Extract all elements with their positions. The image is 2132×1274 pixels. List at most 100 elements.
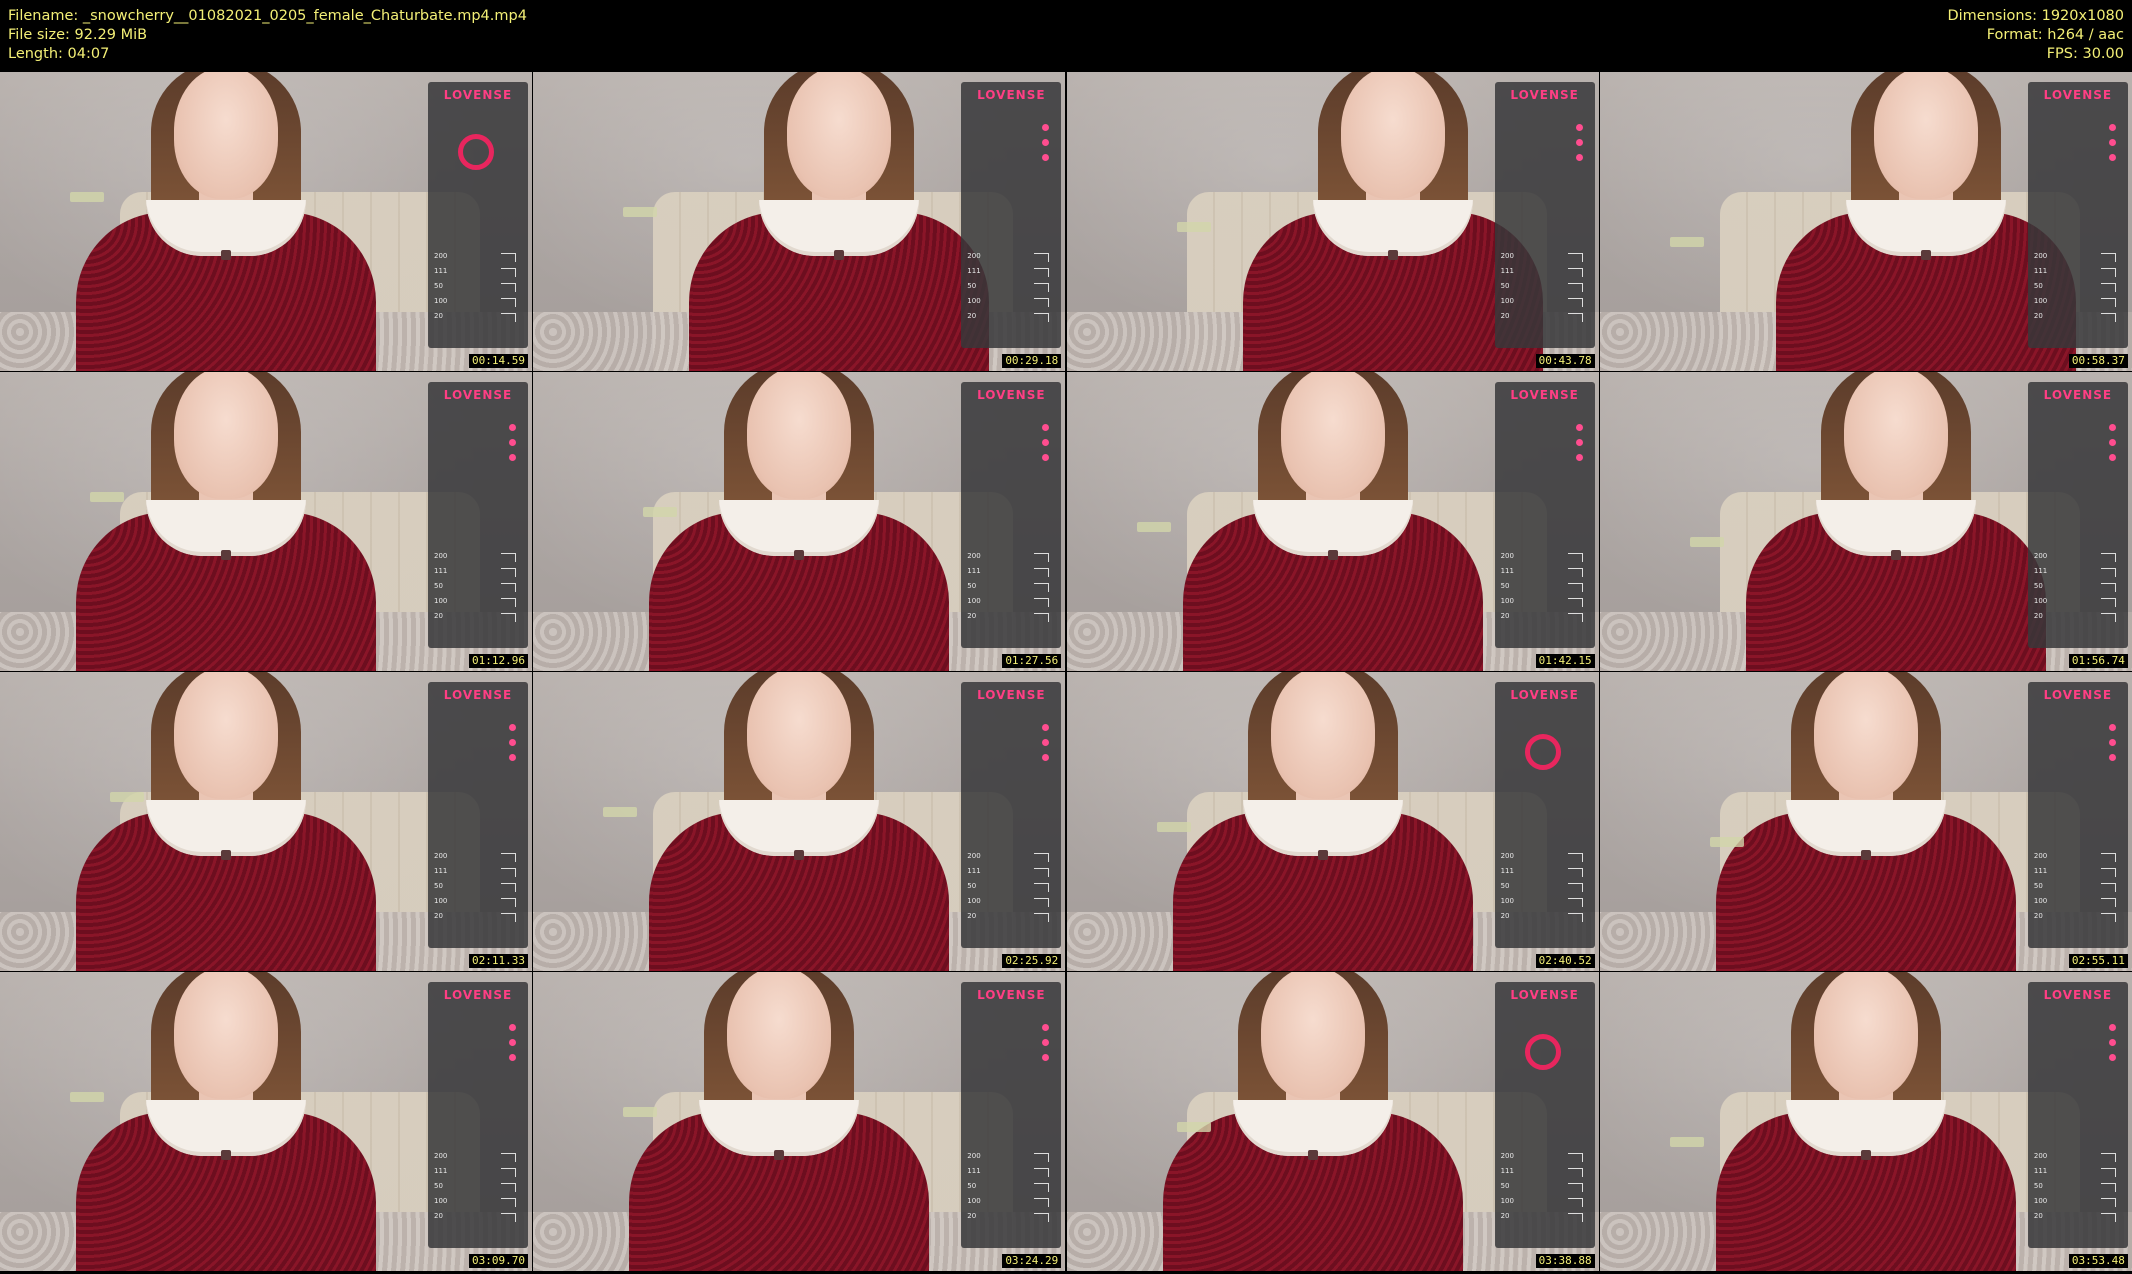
lovense-tip-row (434, 422, 522, 434)
lovense-tip-row (967, 437, 1055, 449)
lovense-level-row: 200 (1501, 252, 1589, 264)
wave-pattern-icon (1034, 598, 1050, 607)
pink-dot-icon (1042, 1039, 1050, 1046)
wave-pattern-icon (2100, 898, 2116, 907)
lovense-level-row: 20 (967, 1212, 1055, 1224)
watermark-badge (1689, 537, 1724, 547)
timestamp-label: 02:55.11 (2068, 954, 2128, 968)
video-thumbnail[interactable]: LOVENSE 200 111 50 100 20 02:25.92 (533, 672, 1066, 971)
lovense-panel: LOVENSE 200 111 50 100 20 (2027, 682, 2128, 948)
wave-pattern-icon (1034, 253, 1050, 262)
video-thumbnail[interactable]: LOVENSE 200 111 50 100 20 01:12.96 (0, 372, 532, 671)
pink-dot-icon (2108, 139, 2116, 146)
timestamp-label: 03:38.88 (1535, 1254, 1595, 1268)
pink-dot-icon (509, 1054, 516, 1061)
pink-dot-icon (1042, 154, 1050, 161)
wave-pattern-icon (1034, 1183, 1050, 1192)
video-thumbnail[interactable]: LOVENSE 200 111 50 100 20 03:09.70 (0, 972, 532, 1271)
wave-pattern-icon (1567, 553, 1583, 562)
lovense-level-row: 20 (1501, 612, 1589, 624)
pink-dot-icon (1042, 739, 1050, 746)
lovense-panel: LOVENSE 200 111 50 100 20 (428, 982, 528, 1248)
video-thumbnail[interactable]: LOVENSE 200 111 50 100 20 01:42.15 (1066, 372, 1599, 671)
pink-dot-icon (2108, 154, 2116, 161)
lovense-level-row: 100 (967, 297, 1055, 309)
video-thumbnail[interactable]: LOVENSE 200 111 50 100 20 00:43.78 (1066, 72, 1599, 371)
timestamp-label: 00:43.78 (1535, 354, 1595, 368)
lovense-logo: LOVENSE (977, 688, 1046, 702)
lovense-level-row: 200 (2034, 852, 2122, 864)
video-thumbnail[interactable]: LOVENSE 200 111 50 100 20 00:14.59 (0, 72, 532, 371)
lovense-tip-row (2034, 1037, 2122, 1049)
wave-pattern-icon (1567, 1153, 1583, 1162)
video-thumbnail[interactable]: LOVENSE 200 111 50 100 20 03:38.88 (1066, 972, 1599, 1271)
wave-pattern-icon (1567, 298, 1583, 307)
lovense-level-label: 200 (1500, 252, 1514, 260)
lovense-level-label: 111 (434, 1167, 448, 1175)
wave-pattern-icon (1034, 1168, 1050, 1177)
timestamp-label: 03:24.29 (1002, 1254, 1062, 1268)
video-thumbnail[interactable]: LOVENSE 200 111 50 100 20 02:11.33 (0, 672, 532, 971)
lovense-level-label: 100 (967, 897, 981, 905)
brooch (221, 250, 231, 260)
brooch (221, 550, 231, 560)
lovense-level-label: 20 (967, 1212, 977, 1220)
lovense-level-row: 111 (434, 867, 522, 879)
video-thumbnail[interactable]: LOVENSE 200 111 50 100 20 00:29.18 (533, 72, 1066, 371)
pink-dot-icon (509, 1039, 516, 1046)
watermark-badge (1709, 837, 1744, 847)
watermark-badge (70, 1092, 104, 1102)
video-thumbnail[interactable]: LOVENSE 200 111 50 100 20 02:40.52 (1066, 672, 1599, 971)
lovense-level-row: 20 (434, 1212, 522, 1224)
pink-dot-icon (2108, 424, 2116, 431)
video-thumbnail[interactable]: LOVENSE 200 111 50 100 20 01:27.56 (533, 372, 1066, 671)
pink-dot-icon (2108, 724, 2116, 731)
wave-pattern-icon (1567, 883, 1583, 892)
lovense-level-row: 50 (434, 582, 522, 594)
face (174, 372, 278, 499)
timestamp-label: 00:29.18 (1002, 354, 1062, 368)
lovense-tip-row (1501, 152, 1589, 164)
lovense-tip-row (2034, 422, 2122, 434)
lovense-tip-row (967, 737, 1055, 749)
video-thumbnail[interactable]: LOVENSE 200 111 50 100 20 03:53.48 (1599, 972, 2132, 1271)
lovense-level-row: 100 (434, 897, 522, 909)
lovense-tip-row (967, 1037, 1055, 1049)
lovense-level-row: 20 (1501, 912, 1589, 924)
lovense-level-row: 50 (2034, 882, 2122, 894)
lovense-level-row: 50 (434, 882, 522, 894)
countdown-ring (1524, 1034, 1561, 1070)
lovense-logo: LOVENSE (443, 988, 513, 1002)
lovense-level-label: 50 (967, 1182, 977, 1190)
lovense-level-label: 20 (434, 612, 443, 620)
lovense-level-row: 50 (434, 282, 522, 294)
brooch (834, 250, 845, 260)
lovense-level-label: 200 (434, 1152, 448, 1160)
wave-pattern-icon (1567, 898, 1583, 907)
wave-pattern-icon (2100, 883, 2116, 892)
pink-dot-icon (1042, 139, 1050, 146)
wave-pattern-icon (501, 1168, 516, 1177)
face (1813, 672, 1918, 799)
pink-dot-icon (1575, 439, 1583, 446)
lovense-level-label: 200 (967, 1152, 981, 1160)
wave-pattern-icon (2100, 853, 2116, 862)
lovense-level-row: 100 (967, 897, 1055, 909)
video-thumbnail[interactable]: LOVENSE 200 111 50 100 20 02:55.11 (1599, 672, 2132, 971)
lovense-level-row: 111 (1501, 567, 1589, 579)
video-thumbnail[interactable]: LOVENSE 200 111 50 100 20 03:24.29 (533, 972, 1066, 1271)
pink-dot-icon (1042, 1024, 1050, 1031)
wave-pattern-icon (2100, 1153, 2116, 1162)
lovense-level-label: 200 (967, 252, 981, 260)
lovense-tip-row (434, 752, 522, 764)
wave-pattern-icon (501, 1213, 516, 1222)
lovense-level-row: 111 (434, 267, 522, 279)
lovense-level-row: 20 (434, 312, 522, 324)
lovense-tip-row (967, 452, 1055, 464)
lovense-tip-row (2034, 452, 2122, 464)
lovense-level-label: 200 (434, 252, 448, 260)
video-thumbnail[interactable]: LOVENSE 200 111 50 100 20 00:58.37 (1599, 72, 2132, 371)
lovense-panel: LOVENSE 200 111 50 100 20 (2027, 82, 2128, 348)
video-thumbnail[interactable]: LOVENSE 200 111 50 100 20 01:56.74 (1599, 372, 2132, 671)
lovense-level-row: 100 (2034, 897, 2122, 909)
